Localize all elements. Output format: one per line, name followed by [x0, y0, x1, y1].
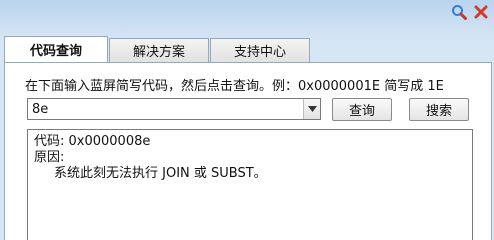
search-button[interactable]: 搜索: [409, 98, 469, 121]
title-icons: [450, 3, 490, 21]
tab-solutions[interactable]: 解决方案: [109, 38, 209, 62]
instruction-text: 在下面输入蓝屏简写代码，然后点击查询。例：0x0000001E 简写成 1E: [25, 79, 444, 94]
result-reason-text: 系统此刻无法执行 JOIN 或 SUBST。: [54, 166, 267, 181]
code-input[interactable]: 8e: [28, 102, 303, 117]
chevron-down-icon[interactable]: [303, 99, 320, 119]
result-code-line: 代码: 0x0000008e: [34, 134, 151, 149]
result-reason-label: 原因:: [34, 150, 65, 165]
code-combobox[interactable]: 8e: [27, 98, 321, 120]
app-window: 代码查询 解决方案 支持中心 在下面输入蓝屏简写代码，然后点击查询。例：0x00…: [0, 0, 494, 240]
search-icon[interactable]: [450, 3, 468, 21]
tab-code-query[interactable]: 代码查询: [4, 36, 108, 62]
result-textarea[interactable]: 代码: 0x0000008e 原因: 系统此刻无法执行 JOIN 或 SUBST…: [27, 129, 473, 240]
tab-support-center[interactable]: 支持中心: [210, 38, 310, 62]
query-button[interactable]: 查询: [332, 98, 392, 121]
tab-bar: 代码查询 解决方案 支持中心: [4, 36, 311, 62]
code-query-panel: 在下面输入蓝屏简写代码，然后点击查询。例：0x0000001E 简写成 1E 8…: [4, 62, 492, 240]
close-icon[interactable]: [472, 3, 490, 21]
